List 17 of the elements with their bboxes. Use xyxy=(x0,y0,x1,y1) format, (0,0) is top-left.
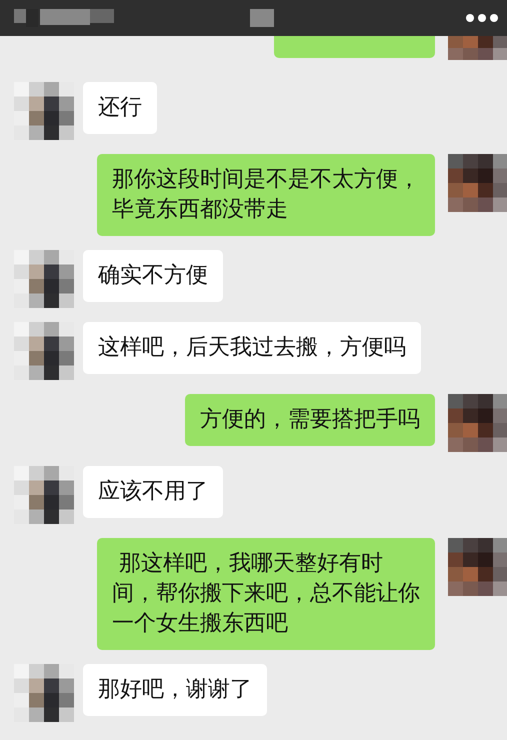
message-bubble: 这样吧，后天我过去搬，方便吗 xyxy=(83,322,421,374)
message-bubble: 那好吧，谢谢了 xyxy=(83,664,267,716)
message-bubble: 确实不方便 xyxy=(83,250,223,302)
avatar-icon[interactable] xyxy=(448,538,507,596)
message-bubble: 应该不用了 xyxy=(83,466,223,518)
avatar-icon[interactable] xyxy=(14,250,74,308)
avatar-icon[interactable] xyxy=(448,154,507,212)
message-bubble: 那你这段时间是不是不太方便， 毕竟东西都没带走 xyxy=(97,154,435,236)
message-bubble: 那这样吧，我哪天整好有时 间，帮你搬下来吧，总不能让你 一个女生搬东西吧 xyxy=(97,538,435,650)
avatar-icon[interactable] xyxy=(448,394,507,452)
avatar-icon[interactable] xyxy=(14,322,74,380)
avatar-icon[interactable] xyxy=(14,664,74,722)
message-bubble: 还行 xyxy=(83,82,157,134)
message-bubble: 方便的，需要搭把手吗 xyxy=(185,394,435,446)
avatar-icon[interactable] xyxy=(14,82,74,140)
more-menu-icon[interactable] xyxy=(465,13,499,23)
avatar-icon[interactable] xyxy=(14,466,74,524)
